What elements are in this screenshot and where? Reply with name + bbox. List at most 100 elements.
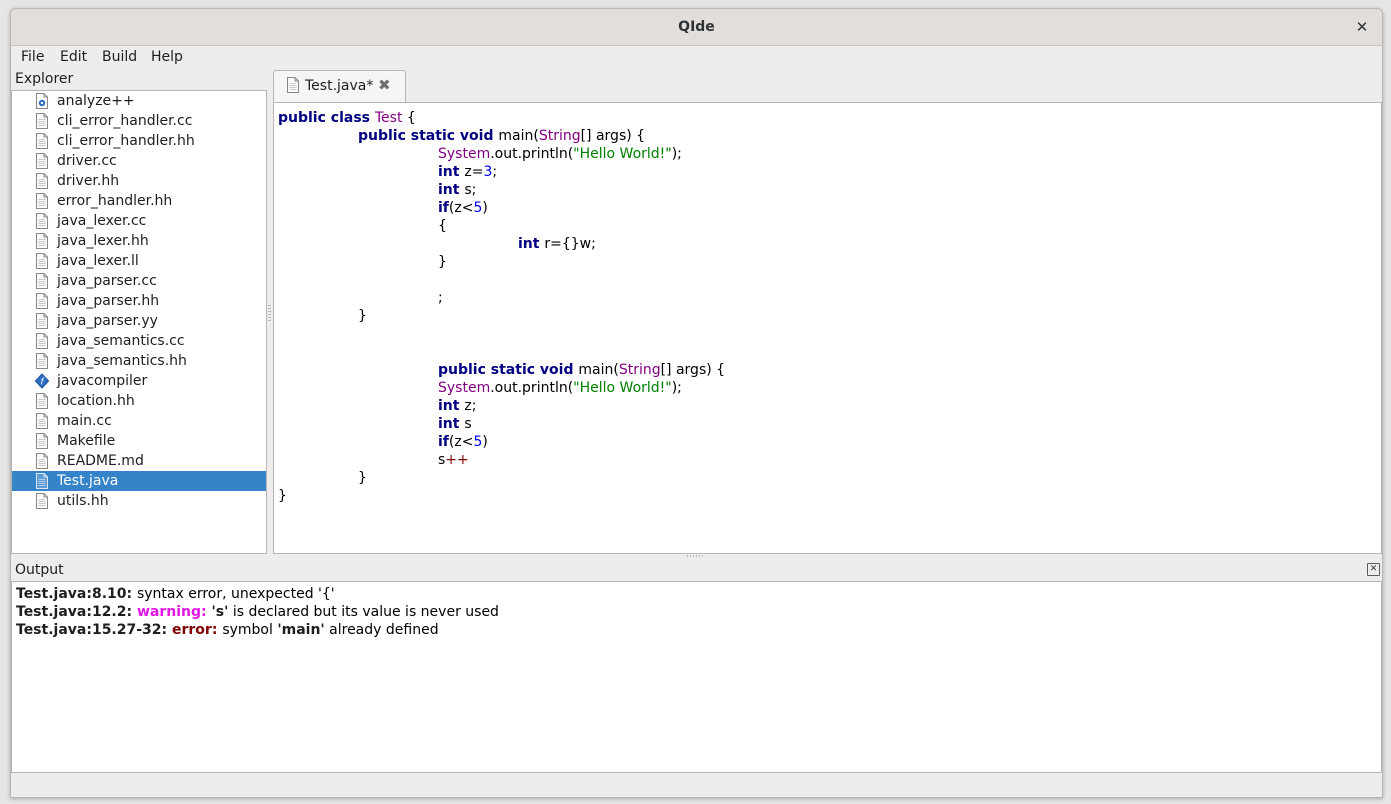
code-line: }	[358, 307, 367, 325]
output-segment: warning:	[136, 604, 212, 620]
output-segment: 's'	[211, 604, 229, 620]
output-segment: error:	[172, 622, 223, 638]
tab-label: Test.java*	[305, 78, 374, 94]
file-item[interactable]: Test.java	[12, 471, 266, 491]
code-line: System.out.println("Hello World!");	[438, 379, 682, 397]
code-token: int	[438, 416, 465, 432]
menu-build[interactable]: Build	[102, 46, 137, 68]
file-name: driver.cc	[57, 153, 117, 169]
code-token: Test	[374, 110, 403, 126]
code-token: ;	[438, 290, 443, 306]
code-token: )	[482, 200, 488, 216]
file-name: java_lexer.ll	[57, 253, 139, 269]
code-token: ;	[492, 164, 498, 180]
code-token: int	[438, 164, 465, 180]
file-item[interactable]: java_semantics.hh	[12, 351, 266, 371]
file-item[interactable]: cli_error_handler.hh	[12, 131, 266, 151]
output-panel[interactable]: Test.java:8.10: syntax error, unexpected…	[11, 581, 1382, 773]
file-name: main.cc	[57, 413, 112, 429]
code-line: public static void main(String[] args) {	[438, 361, 725, 379]
executable-icon: f	[34, 373, 50, 389]
file-item[interactable]: error_handler.hh	[12, 191, 266, 211]
file-item[interactable]: java_parser.yy	[12, 311, 266, 331]
output-segment: Test.java:15.27-32:	[16, 622, 172, 638]
code-token: {	[402, 110, 416, 126]
file-name: cli_error_handler.hh	[57, 133, 195, 149]
output-label: Output	[15, 562, 64, 578]
file-item[interactable]: analyze++	[12, 91, 266, 111]
tab-test-java[interactable]: Test.java* ✖	[273, 70, 406, 102]
text-file-icon	[35, 273, 49, 289]
code-line: int z;	[438, 397, 476, 415]
file-item[interactable]: utils.hh	[12, 491, 266, 511]
code-token: }	[358, 470, 367, 486]
file-item[interactable]: location.hh	[12, 391, 266, 411]
menu-file[interactable]: File	[21, 46, 44, 68]
code-line: s++	[438, 451, 469, 469]
file-name: java_semantics.cc	[57, 333, 185, 349]
text-file-icon	[35, 153, 49, 169]
output-line: Test.java:15.27-32: error: symbol 'main'…	[16, 621, 439, 639]
text-file-icon	[35, 253, 49, 269]
code-token: if	[438, 434, 449, 450]
text-file-icon	[35, 433, 49, 449]
code-line: {	[438, 217, 447, 235]
code-line: if(z<5)	[438, 433, 488, 451]
tab-close-icon[interactable]: ✖	[378, 76, 391, 94]
code-token: public class	[278, 110, 375, 126]
code-token: {	[438, 218, 447, 234]
code-line: int r={}w;	[518, 235, 596, 253]
file-item[interactable]: Makefile	[12, 431, 266, 451]
code-token: if	[438, 200, 449, 216]
file-item[interactable]: java_lexer.hh	[12, 231, 266, 251]
menu-help[interactable]: Help	[151, 46, 183, 68]
output-close-icon[interactable]: ✕	[1367, 563, 1380, 576]
code-token: String	[618, 362, 661, 378]
code-token: System	[438, 380, 491, 396]
title-bar[interactable]: QIde ✕	[11, 9, 1382, 46]
code-line: int s	[438, 415, 472, 433]
code-line: }	[438, 253, 447, 271]
file-item[interactable]: cli_error_handler.cc	[12, 111, 266, 131]
text-file-icon	[35, 213, 49, 229]
horizontal-splitter-handle[interactable]	[687, 555, 705, 557]
file-item[interactable]: driver.cc	[12, 151, 266, 171]
file-item[interactable]: driver.hh	[12, 171, 266, 191]
file-explorer[interactable]: analyze++ cli_error_handler.cc cli_error_h…	[11, 90, 267, 554]
code-token: public static void	[358, 128, 499, 144]
vertical-splitter-handle[interactable]	[268, 305, 271, 321]
code-token: }	[358, 308, 367, 324]
file-item[interactable]: java_parser.cc	[12, 271, 266, 291]
code-line: int z=3;	[438, 163, 497, 181]
output-segment: Test.java:8.10:	[16, 586, 137, 602]
code-editor[interactable]: public class Test { public static void ma…	[273, 102, 1382, 554]
file-item[interactable]: java_lexer.cc	[12, 211, 266, 231]
text-file-icon	[35, 173, 49, 189]
text-file-icon	[35, 133, 49, 149]
file-item[interactable]: f javacompiler	[12, 371, 266, 391]
code-token: "Hello World!"	[573, 380, 672, 396]
code-token: z=	[464, 164, 484, 180]
output-segment: Test.java:12.2:	[16, 604, 137, 620]
file-item[interactable]: java_semantics.cc	[12, 331, 266, 351]
text-file-icon	[35, 473, 49, 489]
file-item[interactable]: main.cc	[12, 411, 266, 431]
menu-edit[interactable]: Edit	[60, 46, 87, 68]
file-item[interactable]: java_parser.hh	[12, 291, 266, 311]
code-token: (z<	[448, 200, 474, 216]
file-item[interactable]: README.md	[12, 451, 266, 471]
code-token: );	[671, 380, 682, 396]
code-token: System	[438, 146, 491, 162]
code-token: String	[538, 128, 581, 144]
output-segment: already defined	[324, 622, 439, 638]
executable-script-icon	[35, 93, 49, 109]
output-line: Test.java:12.2: warning: 's' is declared…	[16, 603, 499, 621]
output-segment: is declared but its value is never used	[228, 604, 499, 620]
file-name: Makefile	[57, 433, 116, 449]
code-line: }	[358, 469, 367, 487]
code-token: "Hello World!"	[573, 146, 672, 162]
file-item[interactable]: java_lexer.ll	[12, 251, 266, 271]
file-name: java_semantics.hh	[57, 353, 187, 369]
window-close-button[interactable]: ✕	[1352, 17, 1372, 37]
code-token: )	[482, 434, 488, 450]
